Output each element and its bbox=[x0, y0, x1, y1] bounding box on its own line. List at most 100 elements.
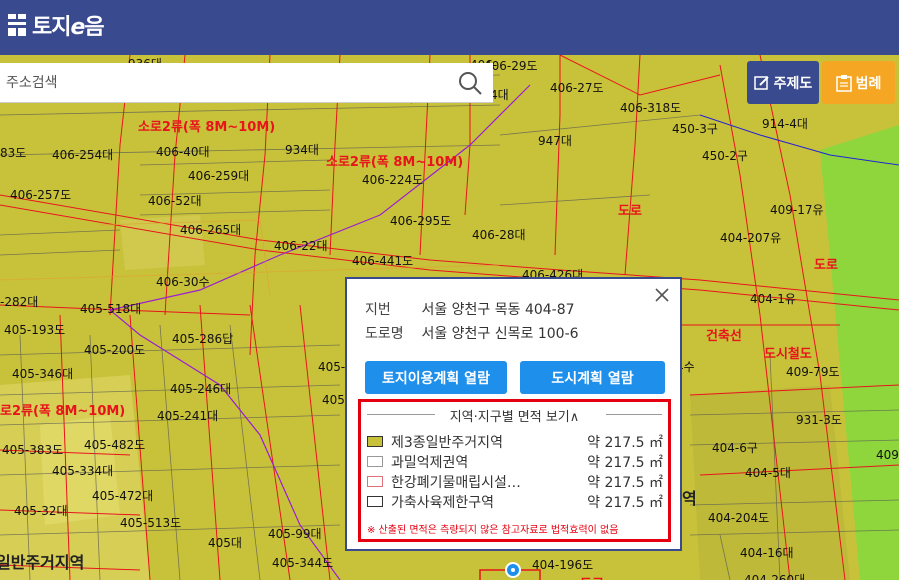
road-address-row: 도로명 서울 양천구 신목로 100-6 bbox=[365, 323, 579, 343]
parcel-label: 406-40대 bbox=[156, 145, 210, 159]
parcel-label: 406-52대 bbox=[148, 194, 202, 208]
road-value: 서울 양천구 신목로 100-6 bbox=[421, 326, 579, 342]
theme-map-button[interactable]: 주제도 bbox=[747, 61, 819, 104]
parcel-label: 406-254대 bbox=[52, 148, 114, 162]
road-label: 도로 bbox=[814, 258, 838, 273]
parcel-label: 406-30수 bbox=[156, 275, 210, 289]
parcel-label: -282대 bbox=[0, 295, 39, 309]
zone-label-2: 역 bbox=[682, 489, 697, 508]
parcel-label: 947대 bbox=[538, 134, 572, 148]
road-label: 소로2류(폭 8M~10M) bbox=[326, 155, 464, 170]
parcel-label: 406-295도 bbox=[390, 214, 452, 228]
parcel-label: 404-260대 bbox=[744, 573, 806, 580]
zone-area-value: 약 217.5 ㎡ bbox=[587, 455, 663, 471]
parcel-label: 405-518대 bbox=[80, 302, 142, 316]
parcel-label: 405대 bbox=[208, 536, 242, 550]
parcel-label: 83도 bbox=[0, 146, 27, 160]
jibun-key: 지번 bbox=[365, 302, 391, 318]
close-icon[interactable] bbox=[654, 287, 670, 303]
area-row: 한강폐기물매립시설… 약 217.5 ㎡ bbox=[367, 472, 663, 492]
parcel-label: 404-6구 bbox=[712, 441, 758, 455]
edit-icon bbox=[753, 75, 769, 90]
parcel-label: 406-259대 bbox=[188, 169, 250, 183]
search-icon[interactable] bbox=[457, 70, 483, 96]
parcel-label: 931-3도 bbox=[796, 413, 842, 427]
parcel-label: 934대 bbox=[285, 143, 319, 157]
parcel-label: 404-204도 bbox=[708, 511, 770, 525]
zone-name: 과밀억제권역 bbox=[391, 455, 469, 471]
parcel-label: 405-482도 bbox=[84, 438, 146, 452]
parcel-label: 409-17유 bbox=[770, 203, 824, 217]
parcel-label: 405-346대 bbox=[12, 367, 74, 381]
area-row: 제3종일반주거지역 약 217.5 ㎡ bbox=[367, 432, 663, 452]
theme-map-label: 주제도 bbox=[773, 75, 813, 92]
parcel-label: 405-383도 bbox=[2, 443, 64, 457]
app-header: 토지e음 bbox=[0, 0, 899, 55]
parcel-label: 409-79도 bbox=[786, 365, 840, 379]
logo-e: e bbox=[70, 15, 85, 40]
road-label: 도시철도 bbox=[764, 347, 812, 362]
zone-label: 일반주거지역 bbox=[0, 553, 85, 572]
jibun-row: 지번 서울 양천구 목동 404-87 bbox=[365, 299, 575, 319]
zone-name: 가축사육제한구역 bbox=[391, 495, 495, 511]
parcel-label: 406-224도 bbox=[362, 173, 424, 187]
parcel-label: 405-513도 bbox=[120, 516, 182, 530]
road-label: 로2류(폭 8M~10M) bbox=[0, 404, 126, 419]
search-bar bbox=[0, 63, 493, 103]
parcel-label: 406-22대 bbox=[274, 239, 328, 253]
parcel-label: 450-2구 bbox=[702, 149, 748, 163]
area-by-zone-panel: 지역·지구별 면적 보기∧ 제3종일반주거지역 약 217.5 ㎡ 과밀억제권역 약 … bbox=[358, 399, 671, 542]
parcel-label: 405- bbox=[318, 360, 346, 374]
parcel-label: 404-207유 bbox=[720, 231, 782, 245]
city-plan-button[interactable]: 도시계획 열람 bbox=[520, 361, 665, 394]
parcel-label: 405-246대 bbox=[170, 382, 232, 396]
area-panel-title: 지역·지구별 면적 보기∧ bbox=[449, 410, 580, 425]
parcel-label: 406-441도 bbox=[352, 254, 414, 268]
parcel-label: 405-334대 bbox=[52, 464, 114, 478]
clipboard-icon bbox=[835, 74, 852, 92]
parcel-label: 404-16대 bbox=[740, 546, 794, 560]
parcel-label: 406-318도 bbox=[620, 101, 682, 115]
zone-area-value: 약 217.5 ㎡ bbox=[587, 475, 663, 491]
parcel-label: 404-1유 bbox=[750, 292, 796, 306]
logo-tail: 음 bbox=[84, 15, 104, 40]
area-row: 과밀억제권역 약 217.5 ㎡ bbox=[367, 452, 663, 472]
legend-button[interactable]: 범례 bbox=[822, 61, 895, 104]
location-pin-icon[interactable] bbox=[505, 562, 521, 578]
road-label: 소로2류(폭 8M~10M) bbox=[138, 120, 276, 135]
parcel-label: 405-241대 bbox=[157, 409, 219, 423]
road-label: 도로 bbox=[618, 204, 642, 219]
app-logo[interactable]: 토지e음 bbox=[8, 10, 105, 40]
land-use-plan-button[interactable]: 토지이용계획 열람 bbox=[365, 361, 507, 394]
zone-swatch-icon bbox=[367, 456, 383, 467]
road-label: 건축선 bbox=[706, 329, 742, 344]
parcel-label: 406-265대 bbox=[180, 223, 242, 237]
zone-swatch-icon bbox=[367, 436, 383, 447]
parcel-label: 450-3구 bbox=[672, 122, 718, 136]
zone-swatch-icon bbox=[367, 496, 383, 507]
area-panel-header[interactable]: 지역·지구별 면적 보기∧ bbox=[361, 406, 668, 425]
zone-swatch-icon bbox=[367, 476, 383, 487]
parcel-info-popup: 지번 서울 양천구 목동 404-87 도로명 서울 양천구 신목로 100-6… bbox=[345, 277, 682, 551]
address-search-input[interactable] bbox=[4, 69, 448, 97]
parcel-label: 404-196도 bbox=[532, 558, 594, 572]
parcel-label: 405-200도 bbox=[84, 343, 146, 357]
road-key: 도로명 bbox=[365, 326, 404, 342]
parcel-label: 405-99대 bbox=[268, 527, 322, 541]
zone-name: 제3종일반주거지역 bbox=[391, 435, 503, 451]
logo-mark-icon bbox=[8, 14, 26, 36]
area-row: 가축사육제한구역 약 217.5 ㎡ bbox=[367, 492, 663, 512]
jibun-value: 서울 양천구 목동 404-87 bbox=[421, 302, 575, 318]
parcel-label: 405-286답 bbox=[172, 332, 234, 346]
parcel-label: 406-27도 bbox=[550, 81, 604, 95]
zone-area-value: 약 217.5 ㎡ bbox=[587, 495, 663, 511]
parcel-label: 405-193도 bbox=[4, 323, 66, 337]
parcel-label: 914-4대 bbox=[762, 117, 808, 131]
parcel-label: 405-32대 bbox=[14, 504, 68, 518]
logo-text: 토지 bbox=[32, 15, 71, 40]
parcel-label: 405-472대 bbox=[92, 489, 154, 503]
parcel-label: 406-28대 bbox=[472, 228, 526, 242]
parcel-label: 406-257도 bbox=[10, 188, 72, 202]
area-disclaimer: ※ 산출된 면적은 측량되지 않은 참고자료로 법적효력이 없음 bbox=[367, 525, 619, 536]
parcel-label: 409- bbox=[876, 448, 899, 462]
